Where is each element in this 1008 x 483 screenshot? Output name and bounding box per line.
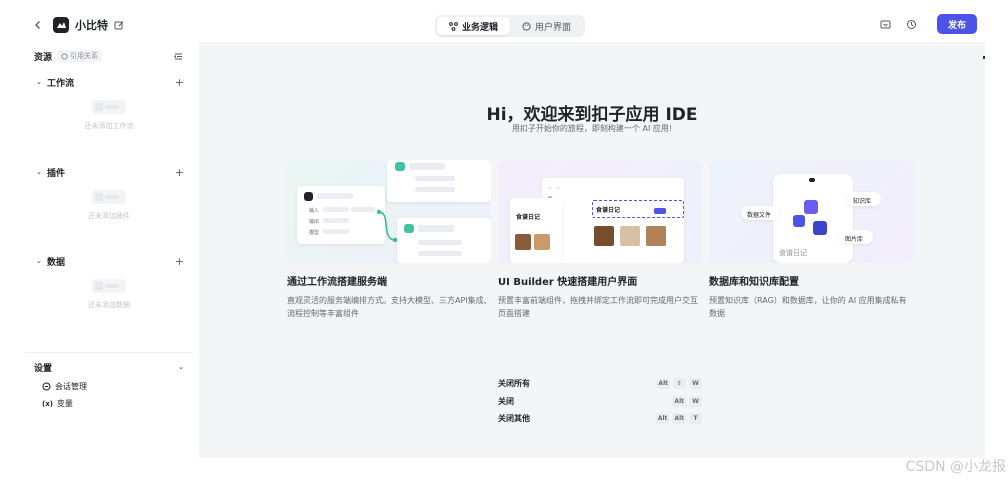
shortcut-close: 关闭 Alt W xyxy=(498,393,702,409)
card-title: 通过工作流搭建服务端 xyxy=(287,277,387,288)
scroll-marker xyxy=(983,56,985,59)
settings-title: 设置 xyxy=(34,363,53,374)
card-ui-builder[interactable]: 食谱日记 食谱日记 UI Builder 快速搭建用户界面 预置丰富前端组件，拖… xyxy=(498,160,702,320)
add-workflow-icon[interactable]: + xyxy=(175,76,184,89)
card-workflow[interactable]: 输入 输出 模型 通过工作流搭建服务端 直观灵活的服务端编排方式。支持大模型、三… xyxy=(287,160,492,320)
tab-label: 业务逻辑 xyxy=(462,22,499,33)
add-plugin-icon[interactable]: + xyxy=(175,166,184,179)
section-label: 工作流 xyxy=(47,78,75,89)
card-title: 数据库和知识库配置 xyxy=(709,277,799,288)
shortcut-label: 关闭 xyxy=(498,396,514,406)
section-plugin: ⌄ 插件 + 还未添加插件 xyxy=(25,162,193,221)
shortcut-key: W xyxy=(689,377,702,389)
shortcut-key: Alt xyxy=(672,412,686,424)
section-label: 数据 xyxy=(47,257,66,268)
shortcut-close-all: 关闭所有 Alt ⇧ W xyxy=(498,375,702,391)
settings-item-label: 会话管理 xyxy=(55,382,87,391)
card-illustration: 食谱日记 数据文件 知识库 图片库 xyxy=(709,160,913,263)
toolbar-right: 发布 xyxy=(879,14,977,34)
settings-item-variable[interactable]: (x) 变量 xyxy=(25,395,193,412)
shortcut-key: W xyxy=(689,395,702,407)
app-logo-icon xyxy=(53,17,69,33)
chat-icon xyxy=(42,382,51,391)
collapse-sidebar-icon[interactable] xyxy=(174,51,184,61)
section-header[interactable]: ⌄ 数据 + xyxy=(25,251,193,271)
variable-icon: (x) xyxy=(42,399,53,408)
section-header[interactable]: ⌄ 插件 + xyxy=(25,162,193,182)
reference-relation-button[interactable]: 引用关系 xyxy=(57,50,103,62)
palette-icon xyxy=(522,21,531,31)
settings-section: 设置 ⌄ 会话管理 (x) 变量 xyxy=(25,352,193,412)
empty-text: 还未添加工作流 xyxy=(84,122,134,130)
card-title: UI Builder 快速搭建用户界面 xyxy=(498,277,638,288)
empty-text: 还未添加插件 xyxy=(88,212,130,220)
welcome-title: Hi，欢迎来到扣子应用 IDE xyxy=(486,105,698,125)
section-data: ⌄ 数据 + 还未添加数据 xyxy=(25,251,193,310)
preview-icon[interactable] xyxy=(879,17,893,31)
empty-placeholder-icon xyxy=(92,100,126,114)
settings-item-chat[interactable]: 会话管理 xyxy=(25,378,193,395)
tab-business-logic[interactable]: 业务逻辑 xyxy=(437,17,511,35)
tab-label: 用户界面 xyxy=(535,22,572,33)
shortcut-key: T xyxy=(689,412,702,424)
history-icon[interactable] xyxy=(905,17,919,31)
card-illustration: 输入 输出 模型 xyxy=(287,160,491,263)
shortcut-label: 关闭所有 xyxy=(498,378,530,388)
shortcut-key: Alt xyxy=(656,377,670,389)
chevron-down-icon: ⌄ xyxy=(36,257,42,265)
card-illustration: 食谱日记 食谱日记 xyxy=(498,160,702,263)
mode-switch: 业务逻辑 用户界面 xyxy=(435,15,586,37)
sidebar-header: 资源 引用关系 xyxy=(25,42,193,70)
reference-relation-label: 引用关系 xyxy=(70,52,99,60)
section-header[interactable]: ⌄ 工作流 + xyxy=(25,72,193,92)
add-data-icon[interactable]: + xyxy=(175,255,184,268)
welcome-subtitle: 用扣子开始你的旅程，即刻构建一个 AI 应用! xyxy=(511,124,673,133)
section-label: 插件 xyxy=(47,168,66,179)
card-description: 直观灵活的服务端编排方式。支持大模型、三方API集成、流程控制等丰富组件 xyxy=(287,296,492,318)
app-name: 小比特 xyxy=(75,19,108,32)
card-description: 预置丰富前端组件，拖拽并绑定工作流即可完成用户交互页面搭建 xyxy=(498,296,698,318)
chevron-down-icon: ⌄ xyxy=(36,168,42,176)
back-icon[interactable] xyxy=(31,18,45,32)
shortcut-label: 关闭其他 xyxy=(498,413,530,423)
top-bar: 小比特 业务逻辑 用户界面 发布 xyxy=(25,8,985,42)
empty-placeholder-icon xyxy=(92,190,126,204)
settings-item-label: 变量 xyxy=(56,399,73,408)
card-description: 预置知识库（RAG）和数据库，让你的 AI 应用集成私有数据 xyxy=(709,296,907,318)
resource-sidebar: 资源 引用关系 ⌄ 工作流 + 还未添加工作流 ⌄ 插件 + 还未添加插件 ⌄ … xyxy=(25,42,193,433)
watermark: CSDN @小龙报 xyxy=(905,459,1006,475)
chevron-down-icon: ⌄ xyxy=(36,78,42,86)
chevron-down-icon: ⌄ xyxy=(178,363,184,371)
card-database[interactable]: 食谱日记 数据文件 知识库 图片库 数据库和知识库配置 预置知识库（RAG）和数… xyxy=(709,160,913,320)
publish-button[interactable]: 发布 xyxy=(936,14,977,34)
link-icon xyxy=(61,52,68,60)
empty-text: 还未添加数据 xyxy=(88,301,130,309)
shortcut-close-others: 关闭其他 Alt Alt T xyxy=(498,410,702,426)
section-workflow: ⌄ 工作流 + 还未添加工作流 xyxy=(25,72,193,131)
workflow-icon xyxy=(449,21,458,31)
tab-user-interface[interactable]: 用户界面 xyxy=(510,17,583,35)
edit-icon[interactable] xyxy=(114,19,126,31)
shortcut-key: Alt xyxy=(672,395,686,407)
welcome-panel: Hi，欢迎来到扣子应用 IDE 用扣子开始你的旅程，即刻构建一个 AI 应用! … xyxy=(199,42,985,458)
sidebar-title: 资源 xyxy=(34,52,53,63)
shortcut-key: Alt xyxy=(655,412,670,424)
settings-header[interactable]: 设置 ⌄ xyxy=(25,356,193,378)
empty-placeholder-icon xyxy=(92,279,126,293)
shortcut-key: ⇧ xyxy=(673,377,686,389)
